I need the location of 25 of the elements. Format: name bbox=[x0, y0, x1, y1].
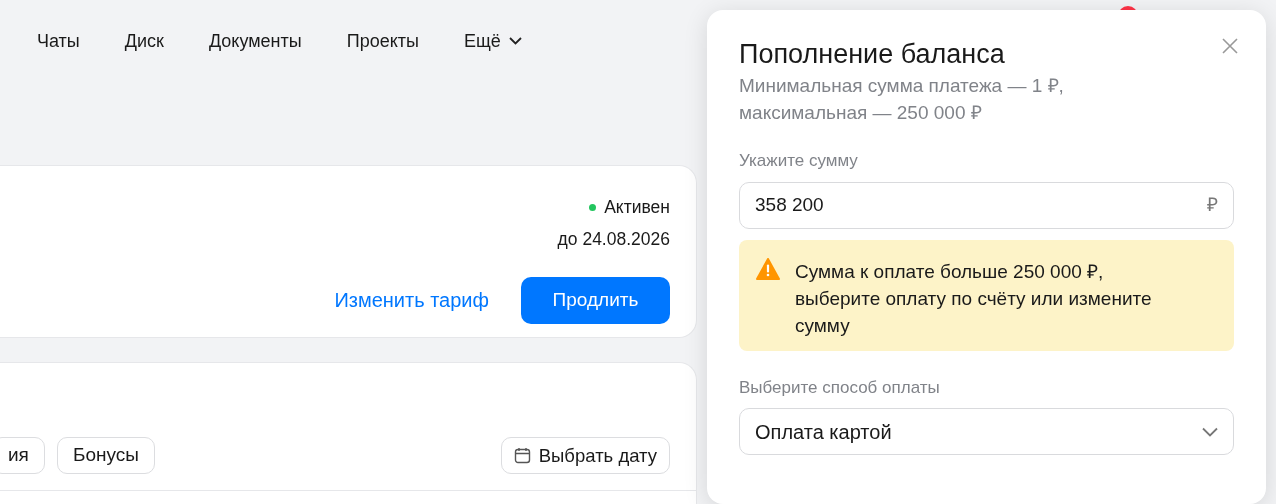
panel-subtitle: Минимальная сумма платежа — 1 ₽, максимальная — 250 000 ₽ bbox=[739, 74, 1065, 125]
filter-chip[interactable]: ия bbox=[0, 437, 45, 474]
chevron-down-icon bbox=[1202, 426, 1218, 437]
warning-text: Сумма к оплате больше 250 000 ₽, выберите оплату по счёту или измените сумму bbox=[795, 259, 1153, 338]
warning-icon bbox=[756, 257, 780, 280]
close-button[interactable] bbox=[1220, 36, 1240, 56]
filter-chip[interactable]: Бонусы bbox=[56, 437, 155, 474]
calendar-icon bbox=[513, 447, 531, 464]
change-tariff-link[interactable]: Изменить тариф bbox=[334, 285, 489, 315]
nav-link[interactable]: Диск bbox=[124, 27, 164, 55]
close-icon bbox=[1222, 38, 1238, 54]
amount-field[interactable]: 358 200 ₽ bbox=[739, 181, 1234, 229]
amount-label: Укажите сумму bbox=[739, 150, 859, 172]
panel-title: Пополнение баланса bbox=[739, 38, 1006, 70]
more-menu-button[interactable]: Ещё bbox=[463, 27, 522, 55]
chevron-down-icon bbox=[508, 37, 522, 45]
nav-link[interactable]: Проекты bbox=[346, 27, 419, 55]
date-picker-button[interactable]: Выбрать дату bbox=[500, 437, 670, 474]
valid-until-text: до 24.08.2026 bbox=[557, 228, 670, 252]
nav-link[interactable]: Чаты bbox=[37, 27, 80, 55]
renew-button[interactable]: Продлить bbox=[521, 276, 670, 324]
nav-link[interactable]: Документы bbox=[208, 27, 302, 55]
payment-method-label: Выберите способ оплаты bbox=[739, 376, 941, 399]
status-text: Активен bbox=[604, 196, 670, 219]
payment-method-select[interactable]: Оплата картой bbox=[739, 408, 1234, 455]
